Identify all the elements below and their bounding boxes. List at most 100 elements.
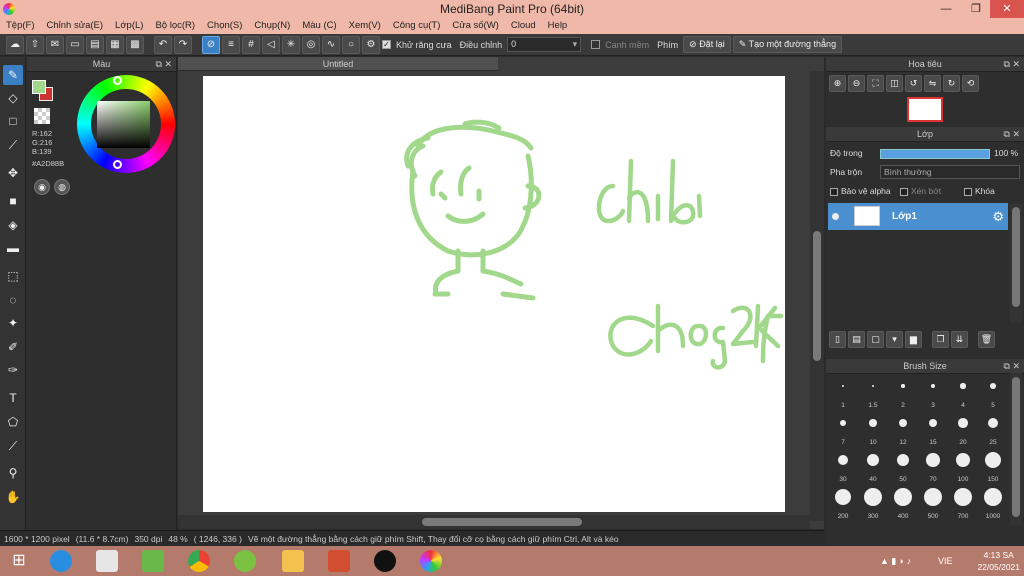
internet-explorer-icon[interactable] (50, 550, 72, 572)
main-color-swatch[interactable] (32, 80, 46, 94)
folder-icon[interactable]: ▆ (905, 331, 922, 348)
select-pen-tool-icon[interactable]: ✐ (3, 337, 23, 357)
close-button[interactable]: ✕ (990, 0, 1024, 18)
snap-circle-icon[interactable]: ◎ (302, 35, 320, 54)
grid-icon[interactable]: ▦ (106, 35, 124, 54)
brush-size-option[interactable]: 300 (858, 486, 888, 520)
vertical-scrollbar[interactable] (810, 71, 824, 521)
rotate-right-icon[interactable]: ↻ (943, 74, 960, 92)
lock-option[interactable]: Khóa (964, 186, 995, 196)
brush-size-option[interactable]: 500 (918, 486, 948, 520)
move-tool-icon[interactable]: ✥ (3, 163, 23, 183)
share-icon[interactable]: ⇧ (26, 35, 44, 54)
operation-tool-icon[interactable]: ⬠ (3, 412, 23, 432)
brush-size-option[interactable]: 4 (948, 375, 978, 409)
lasso-tool-icon[interactable]: ◌ (3, 290, 23, 310)
brush-size-option[interactable]: 1.5 (858, 375, 888, 409)
snap-ellipse-icon[interactable]: ○ (342, 35, 360, 54)
protect-alpha-option[interactable]: Bảo vệ alpha (830, 186, 891, 196)
snap-vanish-icon[interactable]: ◁ (262, 35, 280, 54)
visibility-icon[interactable] (832, 213, 839, 220)
snap-radial-icon[interactable]: ✳ (282, 35, 300, 54)
brush-size-option[interactable]: 400 (888, 486, 918, 520)
brush-size-scrollbar[interactable] (1010, 373, 1022, 525)
delete-layer-icon[interactable]: 🗑 (978, 331, 995, 348)
brush-size-option[interactable]: 1 (828, 375, 858, 409)
menu-filter[interactable]: Bộ lọc(R) (149, 18, 201, 34)
navigator-preview[interactable] (907, 97, 943, 122)
brush-size-option[interactable]: 70 (918, 449, 948, 483)
snap-curve-icon[interactable]: ∿ (322, 35, 340, 54)
snap-cross-icon[interactable]: # (242, 35, 260, 54)
menu-help[interactable]: Help (542, 18, 574, 34)
speech-icon[interactable]: ▭ (66, 35, 84, 54)
page-icon[interactable]: ▤ (86, 35, 104, 54)
hand-tool-icon[interactable]: ✋ (3, 487, 23, 507)
brush-size-option[interactable]: 100 (948, 449, 978, 483)
snap-off-icon[interactable]: ⊘ (202, 35, 220, 54)
brush-size-option[interactable]: 50 (888, 449, 918, 483)
brush-size-option[interactable]: 15 (918, 412, 948, 446)
zoom-out-icon[interactable]: ⊖ (848, 74, 865, 92)
new-halftone-layer-icon[interactable]: ▤ (848, 331, 865, 348)
brush-size-option[interactable]: 150 (978, 449, 1008, 483)
palette-add-icon[interactable]: ◍ (54, 179, 70, 195)
snap-settings-icon[interactable]: ⚙ (362, 35, 380, 54)
menu-view[interactable]: Xem(V) (343, 18, 387, 34)
rect-tool-icon[interactable]: □ (3, 111, 23, 131)
hue-handle[interactable] (113, 76, 122, 85)
new-layer-icon[interactable]: ▯ (829, 331, 846, 348)
powerpoint-icon[interactable] (328, 550, 350, 572)
select-eraser-tool-icon[interactable]: ✑ (3, 360, 23, 380)
menu-layer[interactable]: Lớp(L) (109, 18, 149, 34)
brush-size-option[interactable]: 3 (918, 375, 948, 409)
navigator-float-close-icon[interactable]: ⧉ ✕ (1004, 57, 1020, 72)
coccoc-icon[interactable] (234, 550, 256, 572)
snap-parallel-icon[interactable]: ≡ (222, 35, 240, 54)
brush-size-option[interactable]: 25 (978, 412, 1008, 446)
undo-icon[interactable]: ↶ (154, 35, 172, 54)
layer-float-close-icon[interactable]: ⧉ ✕ (1004, 127, 1020, 142)
medibang-task-icon[interactable] (420, 550, 442, 572)
magic-wand-tool-icon[interactable]: ✦ (3, 313, 23, 333)
restore-button[interactable]: ❐ (962, 0, 990, 18)
zoom-in-icon[interactable]: ⊕ (829, 74, 846, 92)
new-1bit-layer-icon[interactable]: ▢ (867, 331, 884, 348)
clock[interactable]: 4:13 SA 22/05/2021 (977, 549, 1020, 573)
redo-icon[interactable]: ↷ (174, 35, 192, 54)
document-tab[interactable]: Untitled (178, 57, 498, 71)
brush-size-option[interactable]: 40 (858, 449, 888, 483)
layer-item[interactable]: Lớp1 ⚙ (828, 203, 1008, 230)
brush-size-option[interactable]: 7 (828, 412, 858, 446)
reset-button[interactable]: ⊘ Đặt lại (683, 36, 731, 53)
divide-tool-icon[interactable]: ⟋ (3, 436, 23, 456)
menu-edit[interactable]: Chỉnh sửa(E) (41, 18, 110, 34)
minimize-button[interactable]: — (932, 0, 960, 18)
app-grid-icon[interactable] (96, 550, 118, 572)
chrome-icon[interactable] (188, 550, 210, 572)
reset-rotation-icon[interactable]: ⟲ (962, 74, 979, 92)
flip-icon[interactable]: ⇋ (924, 74, 941, 92)
brush-size-option[interactable]: 5 (978, 375, 1008, 409)
brush-tool-icon[interactable]: ✎ (3, 65, 23, 85)
transparent-swatch[interactable] (34, 108, 50, 124)
straight-line-button[interactable]: ✎ Tạo một đường thẳng (732, 36, 843, 53)
menu-window[interactable]: Cửa số(W) (446, 18, 504, 34)
brush-size-option[interactable]: 1000 (978, 486, 1008, 520)
brush-size-option[interactable]: 12 (888, 412, 918, 446)
layer-scrollbar[interactable] (1010, 203, 1022, 323)
brush-size-option[interactable]: 20 (948, 412, 978, 446)
comment-icon[interactable]: ✉ (46, 35, 64, 54)
fill-rect-tool-icon[interactable]: ■ (3, 191, 23, 211)
canvas-page[interactable] (203, 76, 785, 512)
blend-select[interactable]: Bình thường (880, 165, 1020, 179)
brush-size-option[interactable]: 10 (858, 412, 888, 446)
tiktok-icon[interactable] (374, 550, 396, 572)
menu-snap[interactable]: Chụp(N) (248, 18, 296, 34)
menu-file[interactable]: Tệp(F) (0, 18, 41, 34)
horizontal-scrollbar[interactable] (178, 515, 810, 529)
duplicate-layer-icon[interactable]: ❐ (932, 331, 949, 348)
rotate-left-icon[interactable]: ↺ (905, 74, 922, 92)
cloud-icon[interactable]: ☁ (6, 35, 24, 54)
menu-select[interactable]: Chọn(S) (201, 18, 248, 34)
